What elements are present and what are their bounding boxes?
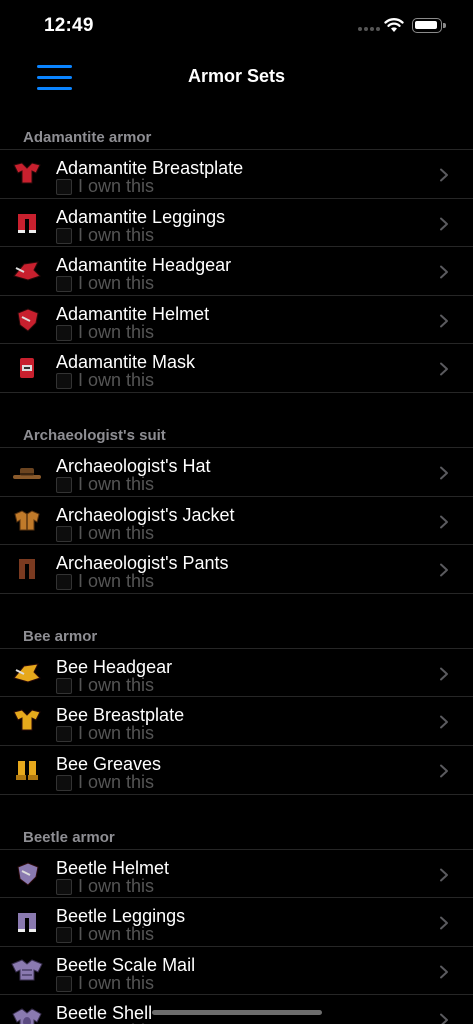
- chevron-right-icon: [438, 868, 450, 882]
- own-checkbox[interactable]: [56, 574, 72, 591]
- helmet-icon: [10, 859, 44, 889]
- own-checkbox-label: I own this: [78, 571, 155, 592]
- chevron-right-icon: [438, 563, 450, 577]
- own-checkbox[interactable]: [56, 927, 72, 944]
- section-header: Archaeologist's suit: [23, 426, 166, 444]
- own-checkbox[interactable]: [56, 276, 72, 293]
- section-gap: [0, 391, 473, 415]
- chevron-right-icon: [438, 916, 450, 930]
- own-checkbox[interactable]: [56, 324, 72, 341]
- jacket-icon: [10, 506, 44, 536]
- own-checkbox-label: I own this: [78, 273, 155, 294]
- section-header: Bee armor: [23, 627, 98, 645]
- headgear-icon: [10, 256, 44, 286]
- chevron-right-icon: [438, 168, 450, 182]
- chevron-right-icon: [438, 764, 450, 778]
- armor-list-row[interactable]: Bee Headgear I own this: [0, 647, 473, 697]
- armor-list: Adamantite armor Adamantite Breastplate I …: [0, 117, 473, 1024]
- chevron-right-icon: [438, 715, 450, 729]
- armor-list-row[interactable]: Adamantite Helmet I own this: [0, 294, 473, 344]
- section-header: Adamantite armor: [23, 129, 152, 146]
- breastplate-icon: [10, 159, 44, 189]
- chevron-right-icon: [438, 466, 450, 480]
- breastplate-icon: [10, 706, 44, 736]
- chevron-right-icon: [438, 667, 450, 681]
- pants-icon: [10, 554, 44, 584]
- page-title: Armor Sets: [187, 66, 286, 86]
- scale-mail-icon: [10, 956, 44, 986]
- section-header: Beetle armor: [23, 828, 115, 846]
- hat-icon: [10, 457, 44, 487]
- own-checkbox[interactable]: [56, 975, 72, 992]
- own-checkbox[interactable]: [56, 525, 72, 542]
- own-checkbox[interactable]: [56, 677, 72, 694]
- cellular-signal-icon: [358, 27, 380, 31]
- own-checkbox[interactable]: [56, 878, 72, 895]
- armor-list-row[interactable]: Adamantite Headgear I own this: [0, 246, 473, 295]
- own-checkbox[interactable]: [56, 373, 72, 390]
- own-checkbox-label: I own this: [78, 924, 155, 945]
- own-checkbox[interactable]: [56, 179, 72, 195]
- own-checkbox[interactable]: [56, 227, 72, 244]
- helmet-icon: [10, 305, 44, 335]
- own-checkbox-label: I own this: [78, 224, 155, 245]
- chevron-right-icon: [438, 965, 450, 979]
- greaves-icon: [10, 755, 44, 785]
- armor-list-row[interactable]: Adamantite Mask I own this: [0, 343, 473, 392]
- chevron-right-icon: [438, 314, 450, 328]
- shell-icon: [10, 1004, 44, 1024]
- chevron-right-icon: [438, 515, 450, 529]
- own-checkbox-label: I own this: [78, 771, 155, 792]
- section-gap: [0, 592, 473, 616]
- own-checkbox-label: I own this: [78, 972, 155, 993]
- status-time: 12:49: [44, 15, 94, 36]
- chevron-right-icon: [438, 265, 450, 279]
- own-checkbox-label: I own this: [78, 674, 155, 695]
- section-gap: [0, 793, 473, 817]
- armor-list-row[interactable]: Adamantite Breastplate I own this: [0, 149, 473, 198]
- own-checkbox[interactable]: [56, 774, 72, 791]
- chevron-right-icon: [438, 217, 450, 231]
- status-bar: 12:49: [0, 0, 473, 54]
- headgear-icon: [10, 658, 44, 688]
- leggings-icon: [10, 208, 44, 238]
- chevron-right-icon: [438, 1013, 450, 1024]
- own-checkbox-label: I own this: [78, 875, 155, 896]
- armor-list-row[interactable]: Bee Greaves I own this: [0, 744, 473, 794]
- own-checkbox-label: I own this: [78, 370, 155, 391]
- own-checkbox-label: I own this: [78, 176, 155, 196]
- armor-list-row[interactable]: Beetle Leggings I own this: [0, 897, 473, 946]
- armor-list-row[interactable]: Archaeologist's Pants I own this: [0, 544, 473, 593]
- home-indicator[interactable]: [152, 1010, 322, 1015]
- armor-list-row[interactable]: Beetle Scale Mail I own this: [0, 945, 473, 995]
- own-checkbox-label: I own this: [78, 473, 155, 494]
- mask-icon: [10, 353, 44, 383]
- own-checkbox[interactable]: [56, 476, 72, 493]
- own-checkbox-label: I own this: [78, 321, 155, 342]
- armor-list-row[interactable]: Beetle Helmet I own this: [0, 848, 473, 898]
- wifi-icon: [384, 18, 404, 32]
- chevron-right-icon: [438, 362, 450, 376]
- own-checkbox[interactable]: [56, 726, 72, 743]
- own-checkbox-label: I own this: [78, 522, 155, 543]
- navigation-bar: Armor Sets: [0, 54, 473, 100]
- own-checkbox-label: I own this: [78, 723, 155, 744]
- leggings-icon: [10, 907, 44, 937]
- armor-list-row[interactable]: Archaeologist's Hat I own this: [0, 446, 473, 496]
- armor-list-row[interactable]: Bee Breastplate I own this: [0, 696, 473, 745]
- armor-list-row[interactable]: Adamantite Leggings I own this: [0, 197, 473, 247]
- battery-icon: [412, 18, 446, 33]
- armor-list-row[interactable]: Archaeologist's Jacket I own this: [0, 495, 473, 545]
